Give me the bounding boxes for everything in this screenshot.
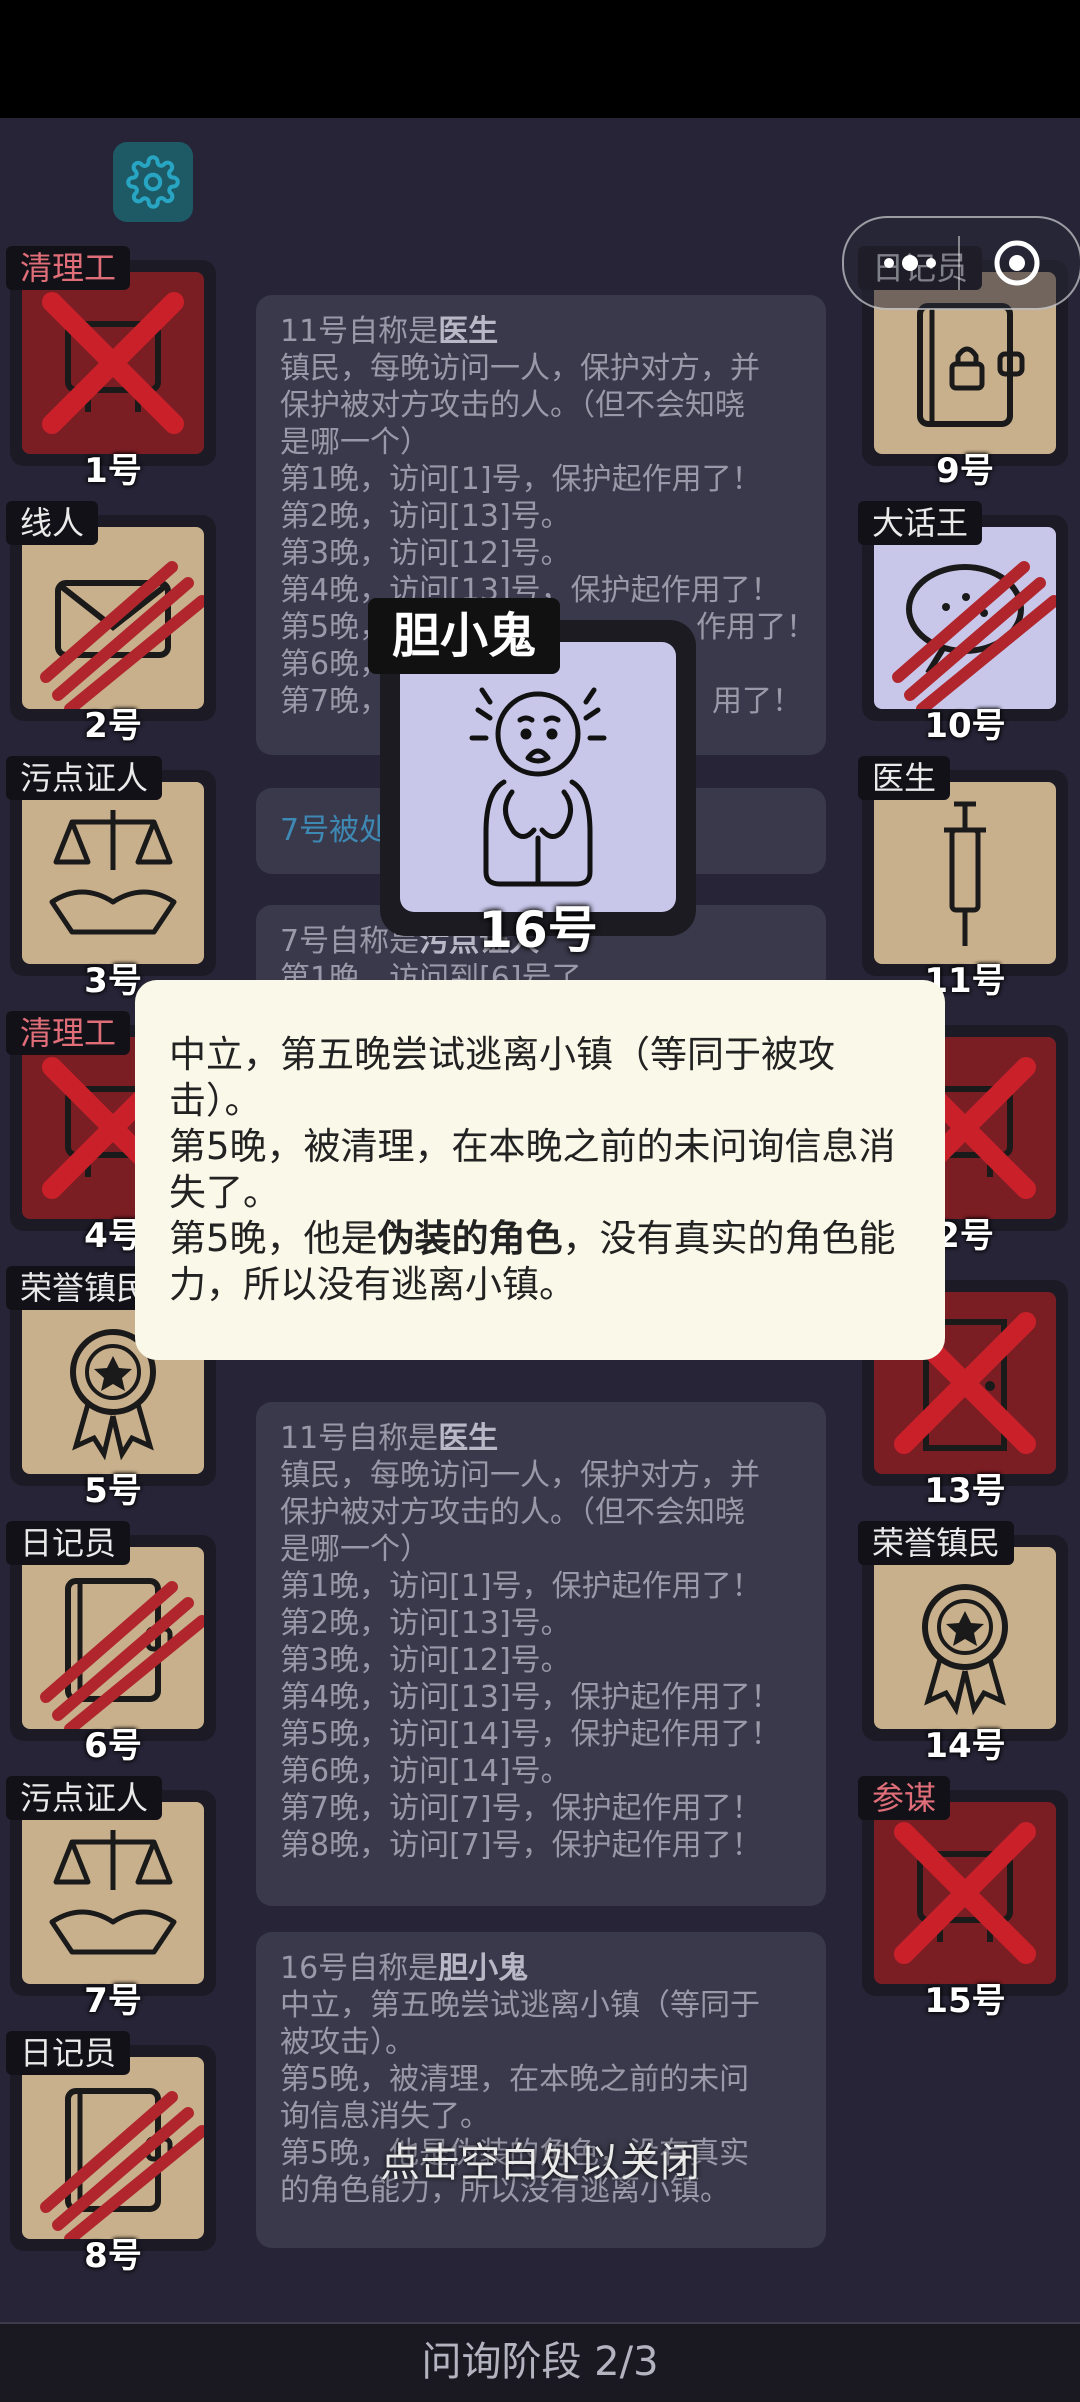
log-line: 中立，第五晚尝试逃离小镇（等同于 [280, 1988, 760, 2023]
role-description-tooltip: 中立，第五晚尝试逃离小镇（等同于被攻击）。 第5晚，被清理，在本晚之前的未问询信… [135, 980, 945, 1360]
player-role-label: 线人 [6, 501, 99, 545]
log-entry-doctor-2: 11号自称是医生 镇民，每晚访问一人，保护对方，并 保护被对方攻击的人。（但不会… [256, 1402, 826, 1906]
description-line: 第5晚，被清理，在本晚之前的未问询信息消失了。 [169, 1125, 896, 1214]
diary-icon [40, 1578, 204, 1729]
player-card[interactable]: 大话王 10号 [858, 501, 1068, 746]
log-line: 镇民，每晚访问一人，保护对方，并 [280, 1458, 760, 1493]
medal-icon [922, 1584, 1008, 1716]
player-portrait [874, 1802, 1056, 1984]
claim-role: 医生 [438, 314, 499, 349]
log-line-start: 第7晚， [280, 684, 390, 719]
description-line: 中立，第五晚尝试逃离小镇（等同于被攻击）。 [169, 1033, 835, 1122]
log-line-end: 作用了！ [696, 610, 816, 645]
settings-button[interactable] [113, 142, 193, 222]
player-number: 13号 [924, 1471, 1006, 1511]
player-role-label: 大话王 [858, 501, 983, 545]
player-role-label: 医生 [858, 756, 951, 800]
player-portrait [22, 1802, 204, 1984]
log-line: 第5晚，访问[14]号，保护起作用了！ [280, 1717, 781, 1752]
player-role-label: 参谋 [858, 1776, 951, 1820]
player-number: 2号 [84, 706, 142, 746]
claim-prefix: 11号自称是 [280, 1421, 439, 1456]
player-role-label: 日记员 [6, 2031, 131, 2075]
selected-role-name: 胆小鬼 [368, 598, 561, 674]
selected-role-number: 16号 [478, 901, 598, 959]
scales-handshake-icon [49, 1830, 177, 1955]
syringe-icon [944, 801, 986, 946]
speech-bubble-icon [892, 561, 1056, 709]
description-bold: 伪装的角色 [377, 1217, 563, 1260]
log-line: 保护被对方攻击的人。（但不会知晓 [280, 388, 745, 423]
log-line: 第7晚，访问[7]号，保护起作用了！ [280, 1791, 762, 1826]
capsule-divider [958, 236, 960, 290]
log-line: 是哪一个） [280, 425, 430, 460]
player-number: 14号 [924, 1726, 1006, 1766]
player-card[interactable]: 污点证人 7号 [6, 1776, 216, 2021]
player-card[interactable]: 医生 11号 [858, 756, 1068, 1001]
log-line: 保护被对方攻击的人。（但不会知晓 [280, 1495, 745, 1530]
player-number: 1号 [84, 451, 142, 491]
player-card[interactable]: 日记员 6号 [6, 1521, 216, 1766]
player-portrait [874, 1547, 1056, 1729]
player-card[interactable]: 参谋 15号 [858, 1776, 1068, 2021]
claim-role: 胆小鬼 [438, 1951, 529, 1986]
log-line: 第8晚，访问[7]号，保护起作用了！ [280, 1828, 762, 1863]
scared-face-icon [469, 687, 607, 887]
log-line: 第3晚，访问[12]号。 [280, 1643, 571, 1678]
player-role-label: 日记员 [6, 1521, 131, 1565]
player-portrait [22, 782, 204, 964]
log-line: 第2晚，访问[13]号。 [280, 1606, 571, 1641]
description-prefix: 第5晚，他是 [169, 1217, 378, 1260]
phase-indicator: 问询阶段 2/3 [0, 2322, 1080, 2402]
player-portrait [22, 1547, 204, 1729]
log-line-end: 用了！ [712, 684, 802, 719]
player-card[interactable]: 污点证人 3号 [6, 756, 216, 1001]
description-line: 第5晚，他是伪装的角色，没有真实的角色能力，所以没有逃离小镇。 [169, 1216, 913, 1308]
player-card[interactable]: 清理工 1号 [6, 246, 216, 491]
player-number: 8号 [84, 2236, 142, 2276]
log-line: 被攻击）。 [280, 2025, 415, 2060]
miniapp-capsule [842, 216, 1080, 310]
player-portrait [22, 527, 204, 709]
gear-icon [126, 155, 180, 209]
log-line: 第2晚，访问[13]号。 [280, 499, 571, 534]
more-dots-icon[interactable] [884, 248, 954, 278]
player-role-label: 荣誉镇民 [858, 1521, 1015, 1565]
player-portrait [874, 782, 1056, 964]
player-role-label: 清理工 [6, 1011, 131, 1055]
player-portrait [22, 272, 204, 454]
log-entry-coward: 16号自称是胆小鬼 中立，第五晚尝试逃离小镇（等同于 被攻击）。 第5晚，被清理… [256, 1932, 826, 2248]
card-icon [894, 1822, 1036, 1964]
player-card[interactable]: 荣誉镇民 14号 [858, 1521, 1068, 1766]
player-number: 15号 [924, 1981, 1006, 2021]
log-line: 第1晚，访问[1]号，保护起作用了！ [280, 462, 762, 497]
claim-prefix: 11号自称是 [280, 314, 439, 349]
player-role-label: 污点证人 [6, 1776, 163, 1820]
log-line: 第6晚，访问[14]号。 [280, 1754, 571, 1789]
close-hint[interactable]: 点击空白处以关闭 [0, 2130, 1080, 2188]
log-line: 第1晚，访问[1]号，保护起作用了！ [280, 1569, 762, 1604]
player-number: 5号 [84, 1471, 142, 1511]
player-number: 7号 [84, 1981, 142, 2021]
scales-handshake-icon [49, 810, 177, 935]
log-line: 镇民，每晚访问一人，保护对方，并 [280, 351, 760, 386]
log-line: 第5晚，被清理，在本晚之前的未问 [280, 2062, 750, 2097]
card-icon [42, 292, 184, 434]
envelope-icon [40, 561, 204, 709]
player-number: 9号 [936, 451, 994, 491]
status-bar [0, 0, 1080, 118]
player-portrait [874, 527, 1056, 709]
role-portrait [400, 642, 676, 912]
log-line: 第4晚，访问[13]号，保护起作用了！ [280, 1680, 781, 1715]
player-card[interactable]: 线人 2号 [6, 501, 216, 746]
player-number: 10号 [924, 706, 1006, 746]
player-role-label: 清理工 [6, 246, 131, 290]
player-role-label: 污点证人 [6, 756, 163, 800]
target-circle-icon[interactable] [992, 238, 1042, 288]
log-line: 是哪一个） [280, 1532, 430, 1567]
player-number: 6号 [84, 1726, 142, 1766]
claim-role: 医生 [438, 1421, 499, 1456]
claim-prefix: 16号自称是 [280, 1951, 439, 1986]
log-line: 第3晚，访问[12]号。 [280, 536, 571, 571]
